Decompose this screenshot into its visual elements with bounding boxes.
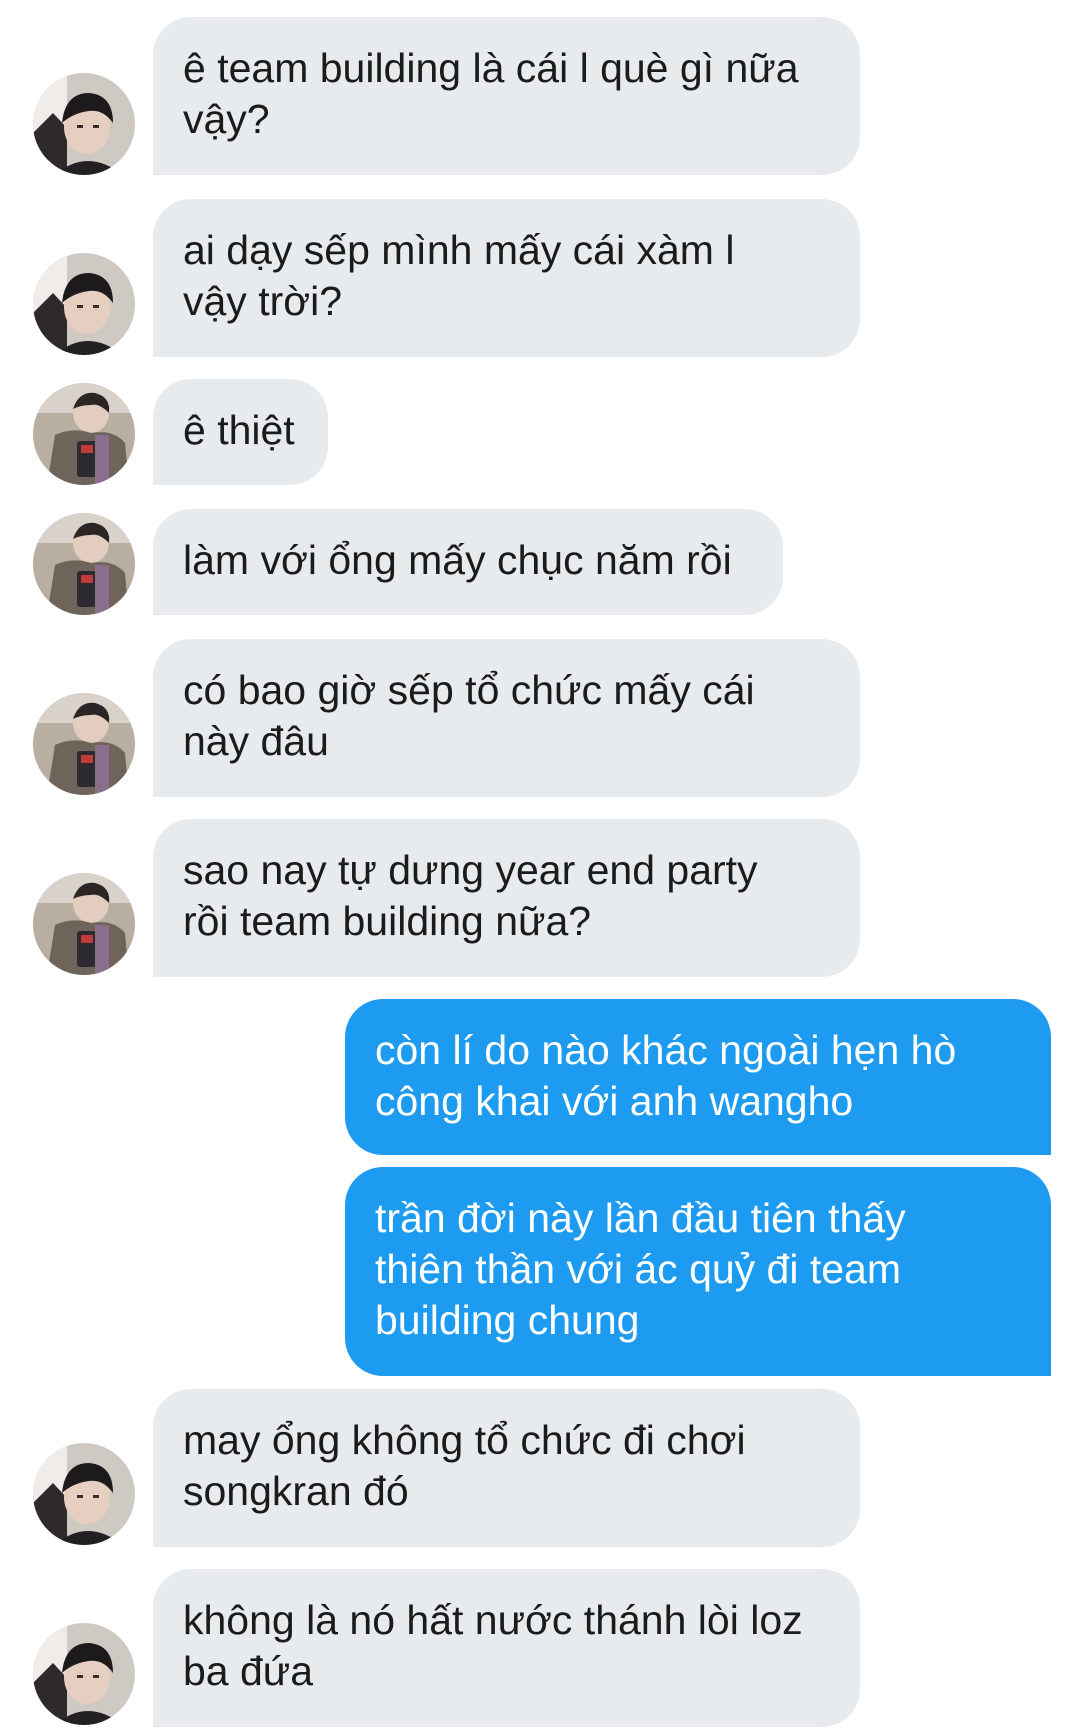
incoming-message-bubble[interactable]: làm với ổng mấy chục năm rồi <box>153 509 783 615</box>
incoming-message-bubble[interactable]: may ổng không tổ chức đi chơi songkran đ… <box>153 1389 860 1547</box>
incoming-message-bubble[interactable]: ê thiệt <box>153 379 328 485</box>
sender-avatar[interactable] <box>33 1623 135 1725</box>
sender-avatar[interactable] <box>33 253 135 355</box>
sender-avatar[interactable] <box>33 693 135 795</box>
sender-avatar[interactable] <box>33 383 135 485</box>
incoming-message-bubble[interactable]: có bao giờ sếp tổ chức mấy cái này đâu <box>153 639 860 797</box>
incoming-message-bubble[interactable]: sao nay tự dưng year end party rồi team … <box>153 819 860 977</box>
outgoing-message-bubble[interactable]: còn lí do nào khác ngoài hẹn hò công kha… <box>345 999 1051 1155</box>
sender-avatar[interactable] <box>33 73 135 175</box>
incoming-message-bubble[interactable]: không là nó hất nước thánh lòi loz ba đứ… <box>153 1569 860 1727</box>
sender-avatar[interactable] <box>33 1443 135 1545</box>
outgoing-message-bubble[interactable]: trần đời này lần đầu tiên thấy thiên thầ… <box>345 1167 1051 1376</box>
sender-avatar[interactable] <box>33 873 135 975</box>
incoming-message-bubble[interactable]: ai dạy sếp mình mấy cái xàm l vậy trời? <box>153 199 860 357</box>
sender-avatar[interactable] <box>33 513 135 615</box>
incoming-message-bubble[interactable]: ê team building là cái l què gì nữa vậy? <box>153 17 860 175</box>
